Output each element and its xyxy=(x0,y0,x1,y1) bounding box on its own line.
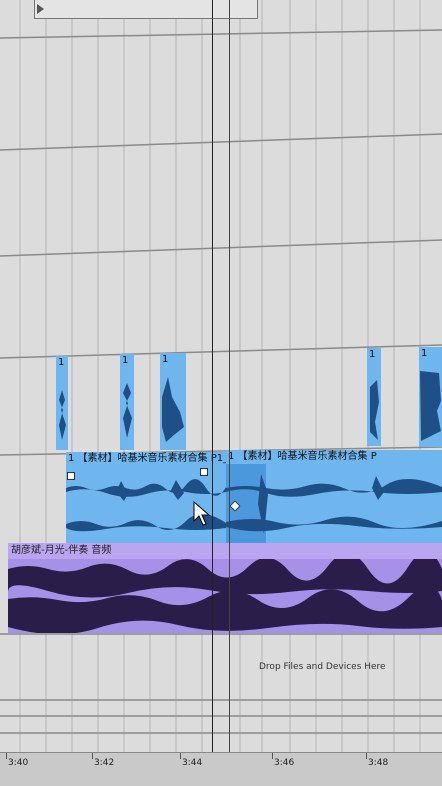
clip-label: 1 xyxy=(58,357,65,368)
drop-zone-hint: Drop Files and Devices Here xyxy=(259,662,386,672)
grid-marker-line xyxy=(212,0,213,760)
clip-waveform xyxy=(420,371,441,441)
audio-track-clip[interactable]: 胡彦斌-月光-伴奏 音频 xyxy=(8,543,442,633)
clip-loop-marker[interactable] xyxy=(200,468,208,476)
playhead-line xyxy=(229,0,230,760)
expand-triangle-icon[interactable] xyxy=(37,4,44,14)
ruler-label: 3:46 xyxy=(274,758,295,768)
audio-waveform xyxy=(8,559,442,633)
collapsed-track-header[interactable] xyxy=(34,0,258,19)
clip-label: 1 xyxy=(369,349,376,360)
ruler-label: 3:44 xyxy=(182,758,203,768)
ruler-label: 3:40 xyxy=(8,758,29,768)
ruler-tick xyxy=(272,753,273,759)
time-ruler[interactable]: 3:40 3:42 3:44 3:46 3:48 xyxy=(0,752,442,786)
audio-track-title: 胡彦斌-月光-伴奏 音频 xyxy=(8,543,442,559)
clip-waveform xyxy=(162,377,184,442)
clip-waveform xyxy=(123,383,132,438)
clip-small-2[interactable]: 1 xyxy=(120,354,134,450)
ruler-tick xyxy=(366,753,367,759)
ruler-tick xyxy=(92,753,93,759)
clip-start-marker[interactable] xyxy=(67,472,75,480)
clip-waveform xyxy=(59,390,66,440)
clip-waveform xyxy=(226,464,442,543)
ruler-label: 3:48 xyxy=(368,758,389,768)
clip-title: 1 【素材】哈基米音乐素材合集 P1_哈 xyxy=(68,453,226,464)
clip-title: 1 【素材】哈基米音乐素材合集 P xyxy=(228,451,377,462)
clip-small-5[interactable]: 1 xyxy=(419,347,442,447)
clip-main-b[interactable]: 1 【素材】哈基米音乐素材合集 P xyxy=(226,450,442,543)
clip-small-4[interactable]: 1 xyxy=(367,348,381,446)
clip-main-a[interactable]: 1 【素材】哈基米音乐素材合集 P1_哈 xyxy=(66,452,226,543)
clip-label: 1 xyxy=(162,354,169,365)
clip-label: 1 xyxy=(421,348,428,359)
clip-small-1[interactable]: 1 xyxy=(56,356,68,450)
ruler-tick xyxy=(6,753,7,759)
mouse-cursor-icon xyxy=(193,501,211,526)
clip-label: 1 xyxy=(122,355,129,366)
ruler-tick xyxy=(180,753,181,759)
ruler-label: 3:42 xyxy=(94,758,115,768)
clip-small-3[interactable]: 1 xyxy=(160,353,186,450)
arrangement-view[interactable]: 1 1 1 1 1 1 【素材】哈基米音乐素材合集 P1_哈 1 【素材】哈基米… xyxy=(0,0,442,786)
clip-waveform xyxy=(370,380,379,440)
